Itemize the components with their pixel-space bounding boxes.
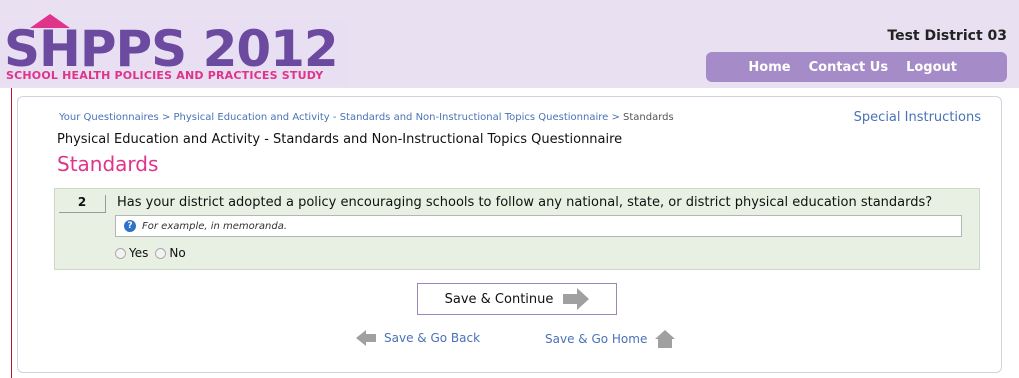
nav-logout[interactable]: Logout: [906, 60, 957, 75]
save-go-home-label: Save & Go Home: [545, 332, 648, 346]
house-icon: [655, 330, 676, 348]
logo-title: SHPPS 2012: [4, 20, 339, 78]
arrow-right-icon: [563, 288, 590, 310]
question-text: Has your district adopted a policy encou…: [117, 195, 933, 210]
nav-contact-us[interactable]: Contact Us: [809, 60, 888, 75]
special-instructions-link[interactable]: Special Instructions: [854, 110, 981, 125]
info-icon[interactable]: ?: [124, 220, 136, 232]
save-go-back-button[interactable]: Save & Go Back: [356, 330, 480, 346]
radio-no-label[interactable]: No: [169, 246, 185, 260]
save-continue-label: Save & Continue: [444, 291, 554, 307]
questionnaire-title: Physical Education and Activity - Standa…: [57, 132, 623, 147]
breadcrumb-separator: >: [158, 112, 174, 123]
radio-yes[interactable]: [115, 247, 126, 259]
breadcrumb-current: Standards: [623, 112, 674, 123]
save-go-back-label: Save & Go Back: [384, 331, 481, 345]
save-go-home-button[interactable]: Save & Go Home: [545, 330, 676, 348]
logo-subtitle: SCHOOL HEALTH POLICIES AND PRACTICES STU…: [6, 69, 324, 82]
question-number: 2: [59, 195, 106, 213]
radio-no[interactable]: [155, 247, 167, 259]
arrow-left-icon: [356, 330, 376, 346]
breadcrumb-separator: >: [608, 112, 624, 123]
hint-text: For example, in memoranda.: [142, 220, 288, 232]
section-title: Standards: [57, 152, 159, 176]
district-name: Test District 03: [887, 28, 1007, 44]
breadcrumb-questionnaire-link[interactable]: Physical Education and Activity - Standa…: [174, 112, 609, 123]
breadcrumb: Your Questionnaires > Physical Education…: [59, 112, 674, 123]
nav-home[interactable]: Home: [748, 60, 790, 75]
radio-yes-label[interactable]: Yes: [129, 246, 148, 260]
answer-options: Yes No: [115, 246, 186, 260]
page-edge-line: [11, 88, 12, 378]
header: SHPPS 2012 SCHOOL HEALTH POLICIES AND PR…: [0, 0, 1019, 88]
top-nav: Home Contact Us Logout: [706, 52, 1007, 82]
breadcrumb-questionnaires-link[interactable]: Your Questionnaires: [59, 112, 159, 123]
question-hint: ? For example, in memoranda.: [115, 215, 962, 237]
save-continue-button[interactable]: Save & Continue: [417, 283, 617, 315]
